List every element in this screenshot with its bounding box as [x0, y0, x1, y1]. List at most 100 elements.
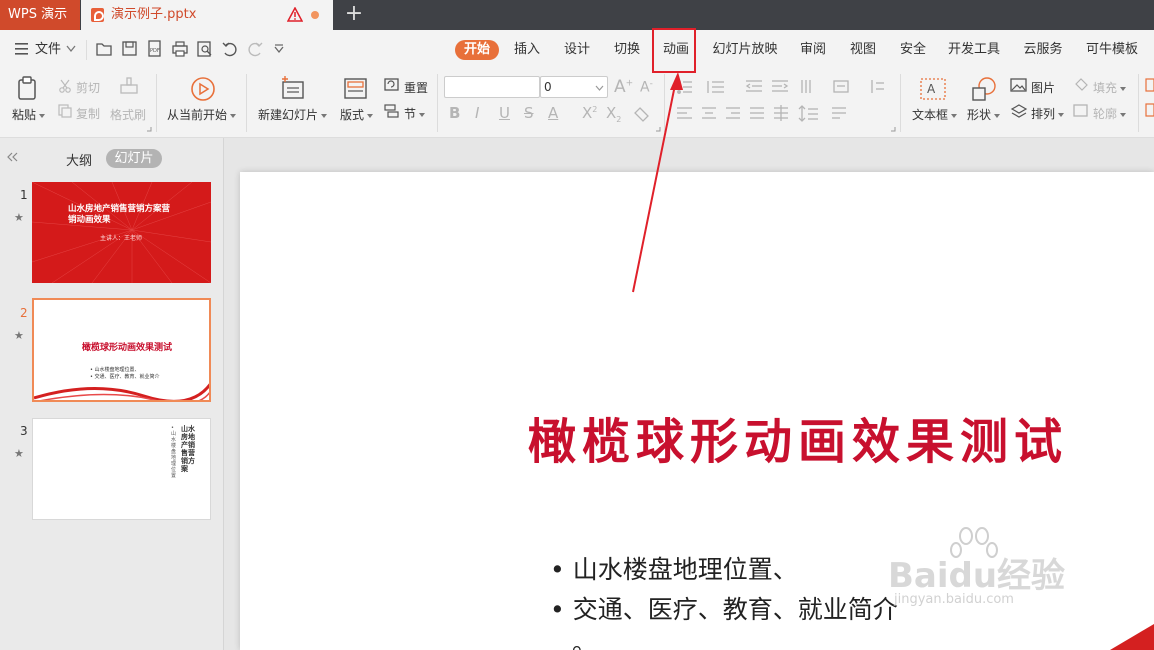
- outline-icon[interactable]: [1073, 104, 1089, 118]
- animation-tab-highlight: [652, 28, 696, 73]
- tab-review[interactable]: 审阅: [791, 40, 835, 60]
- slide-1-title: 山水房地产销售营销方案营销动画效果: [68, 204, 171, 225]
- start-from-current-button[interactable]: 从当前开始: [167, 106, 237, 123]
- cut-label[interactable]: 剪切: [76, 79, 100, 96]
- shape-button[interactable]: 形状: [967, 106, 1001, 123]
- chevron-down-icon[interactable]: [595, 85, 604, 91]
- play-icon[interactable]: [190, 76, 216, 102]
- format-painter-icon[interactable]: [118, 77, 140, 101]
- font-name-select[interactable]: [444, 76, 540, 98]
- tab-insert[interactable]: 插入: [505, 40, 549, 60]
- tab-home[interactable]: 开始: [455, 40, 499, 60]
- svg-text:PDF: PDF: [150, 48, 160, 54]
- section-icon[interactable]: [384, 104, 400, 118]
- layout-icon[interactable]: [344, 78, 368, 100]
- slide-thumbnail-2[interactable]: 橄榄球形动画效果测试 • 山水楼盘地理位置、 • 交通、医疗、教育、就业简介: [32, 298, 211, 402]
- bold-icon[interactable]: B: [449, 104, 460, 122]
- shape-icon[interactable]: [970, 76, 998, 102]
- ribbon: 粘贴 剪切 复制 格式刷 从当前开始 新建幻灯片 版式 重置 节 0 A+ A-…: [0, 68, 1154, 138]
- slide-bullet-continuation[interactable]: 。: [572, 624, 597, 650]
- menu-bar: 文件 PDF 开始 插入 设计 切换 动画 幻灯片放映 审阅 视图 安全 开发工…: [0, 30, 1154, 68]
- export-pdf-icon[interactable]: PDF: [146, 40, 164, 58]
- pptx-file-icon: [91, 8, 104, 22]
- document-tab[interactable]: 演示例子.pptx: [81, 0, 333, 30]
- reset-button[interactable]: 重置: [404, 79, 428, 96]
- text-box-button[interactable]: 文本框: [912, 106, 958, 123]
- save-icon[interactable]: [121, 40, 139, 58]
- italic-icon[interactable]: I: [475, 104, 479, 122]
- slide-thumbnail-3[interactable]: 山水房地产销售营销方案 • 山水楼盘地理位置: [32, 418, 211, 520]
- slide-3-title: 山水房地产销售营销方案: [181, 425, 195, 473]
- tab-outline[interactable]: 大纲: [66, 150, 92, 169]
- new-slide-icon[interactable]: [280, 76, 306, 102]
- customize-toolbar-icon[interactable]: [273, 44, 285, 56]
- open-folder-icon[interactable]: [96, 40, 114, 58]
- divider: [156, 74, 157, 132]
- slide-3-line: • 山水楼盘地理位置: [171, 425, 177, 479]
- slide-number: 3: [20, 424, 28, 438]
- watermark-brand: Baidu经验: [888, 556, 1066, 596]
- picture-icon[interactable]: [1010, 78, 1028, 92]
- scissors-icon[interactable]: [58, 79, 72, 93]
- paste-label[interactable]: 粘贴: [12, 106, 46, 123]
- outline-button[interactable]: 轮廓: [1093, 105, 1127, 122]
- redo-icon[interactable]: [246, 40, 264, 58]
- watermark-url: jingyan.baidu.com: [894, 592, 1014, 607]
- paragraph-tools[interactable]: [676, 78, 896, 126]
- section-button[interactable]: 节: [404, 105, 426, 122]
- strikethrough-icon[interactable]: S: [524, 104, 534, 122]
- layout-button[interactable]: 版式: [340, 106, 374, 123]
- app-tab[interactable]: WPS 演示: [0, 0, 80, 30]
- copy-icon[interactable]: [58, 104, 72, 118]
- tab-developer[interactable]: 开发工具: [945, 40, 1003, 60]
- dialog-launcher-icon[interactable]: [146, 126, 152, 132]
- tab-slideshow[interactable]: 幻灯片放映: [711, 40, 779, 60]
- svg-text:A: A: [927, 82, 936, 96]
- tab-design[interactable]: 设计: [555, 40, 599, 60]
- new-tab-button[interactable]: +: [343, 0, 365, 30]
- new-slide-button[interactable]: 新建幻灯片: [258, 106, 328, 123]
- slide-thumbnail-1[interactable]: 山水房地产销售营销方案营销动画效果 主讲人：王老师: [32, 182, 211, 283]
- animation-star-icon: ★: [14, 329, 24, 342]
- divider: [246, 74, 247, 132]
- warning-icon[interactable]: [287, 7, 303, 22]
- print-preview-icon[interactable]: [196, 40, 214, 58]
- fill-button[interactable]: 填充: [1093, 79, 1127, 96]
- fill-icon[interactable]: [1073, 78, 1089, 92]
- chevron-down-icon[interactable]: [66, 45, 76, 53]
- tab-cloud[interactable]: 云服务: [1019, 40, 1067, 60]
- animation-star-icon: ★: [14, 211, 24, 224]
- font-color-icon[interactable]: A: [548, 104, 558, 122]
- animation-star-icon: ★: [14, 447, 24, 460]
- document-name: 演示例子.pptx: [111, 7, 197, 22]
- picture-button[interactable]: 图片: [1031, 79, 1055, 96]
- tab-templates[interactable]: 可牛模板: [1080, 40, 1144, 60]
- tab-view[interactable]: 视图: [841, 40, 885, 60]
- hamburger-icon[interactable]: [14, 42, 30, 56]
- arrange-button[interactable]: 排列: [1031, 105, 1065, 122]
- tab-transition[interactable]: 切换: [605, 40, 649, 60]
- copy-label[interactable]: 复制: [76, 105, 100, 122]
- slide-1-presenter: 主讲人：王老师: [100, 235, 143, 242]
- divider: [900, 74, 901, 132]
- format-painter-label[interactable]: 格式刷: [110, 106, 146, 123]
- more-tools-icon[interactable]: [1145, 78, 1154, 118]
- tab-security[interactable]: 安全: [891, 40, 935, 60]
- font-size-select[interactable]: 0: [540, 76, 608, 98]
- slide-bullet[interactable]: • 交通、医疗、教育、就业简介: [550, 590, 898, 626]
- underline-icon[interactable]: U: [499, 104, 510, 122]
- text-box-icon[interactable]: A: [920, 78, 946, 100]
- reset-icon[interactable]: [384, 78, 400, 92]
- superscript-icon[interactable]: X2: [582, 104, 597, 122]
- unsaved-dot-icon: [311, 11, 319, 19]
- dialog-launcher-icon[interactable]: [890, 126, 896, 132]
- collapse-panel-icon[interactable]: [6, 152, 18, 162]
- paste-icon[interactable]: [16, 76, 40, 102]
- slide-title[interactable]: 橄榄球形动画效果测试: [528, 402, 1068, 472]
- undo-icon[interactable]: [221, 40, 239, 58]
- arrange-icon[interactable]: [1010, 104, 1028, 118]
- print-icon[interactable]: [171, 40, 189, 58]
- tab-slides[interactable]: 幻灯片: [106, 149, 162, 168]
- file-menu[interactable]: 文件: [35, 40, 61, 60]
- slide-bullet[interactable]: • 山水楼盘地理位置、: [550, 550, 798, 586]
